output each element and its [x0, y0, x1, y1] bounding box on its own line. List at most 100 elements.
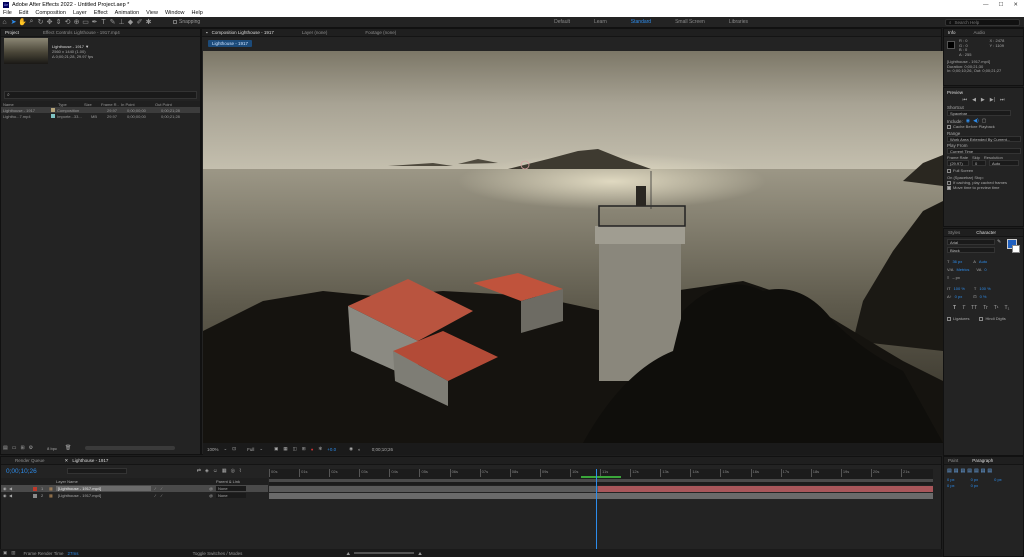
justify-last-right-icon[interactable]: ▤ [981, 468, 986, 474]
font-style-dropdown[interactable]: Black [947, 247, 995, 253]
graph-editor-icon[interactable]: ⌇ [239, 468, 241, 474]
tab-audio[interactable]: Audio [970, 29, 990, 37]
tab-layer[interactable]: Layer (none) [298, 29, 332, 37]
justify-all-icon[interactable]: ▤ [987, 468, 992, 474]
range-dropdown[interactable]: Work Area Extended By Current... [947, 136, 1021, 142]
layer-switches[interactable]: ⁄ ⁄ [151, 486, 209, 491]
menu-window[interactable]: Window [165, 10, 185, 16]
layer-2-duration-bar[interactable] [269, 493, 933, 499]
close-icon[interactable]: ✕ [65, 458, 69, 464]
snapshot-icon[interactable]: ◉ [349, 446, 353, 452]
bpc-label[interactable]: 8 bpc [47, 446, 57, 451]
kerning-value[interactable]: Metrics [956, 267, 969, 272]
align-right-icon[interactable]: ▤ [960, 468, 965, 474]
col-size[interactable]: Size [82, 102, 99, 107]
hand-tool-icon[interactable]: ✋ [18, 18, 27, 27]
exposure-icon[interactable]: ✻ [318, 446, 322, 452]
tab-styles[interactable]: Styles [944, 229, 964, 237]
zoom-dropdown[interactable]: 100% [207, 447, 219, 452]
hindi-digits-checkbox[interactable]: Hindi Digits [979, 316, 1006, 321]
layer-switches-icon[interactable]: ▥ [11, 550, 15, 556]
eraser-tool-icon[interactable]: ◆ [126, 18, 135, 27]
parent-dropdown[interactable]: None [216, 493, 246, 498]
vertical-scale-value[interactable]: 100 % [954, 286, 965, 291]
rectangle-tool-icon[interactable]: ▭ [81, 18, 90, 27]
cache-before-playback-checkbox[interactable]: Cache Before Playback [947, 124, 1020, 129]
render-icon[interactable]: ▣ [3, 550, 7, 556]
region-of-interest-icon[interactable]: ▣ [274, 446, 278, 452]
show-snapshot-icon[interactable]: ◐ [358, 447, 361, 452]
align-left-icon[interactable]: ▤ [947, 468, 952, 474]
col-parent-link[interactable]: Parent & Link [216, 479, 240, 484]
faux-bold-button[interactable]: T [953, 305, 956, 311]
faux-italic-button[interactable]: T [962, 305, 965, 311]
new-composition-icon[interactable]: ⊞ [20, 445, 24, 451]
fit-icon[interactable]: ⊡ [232, 446, 236, 452]
selection-tool-icon[interactable]: ➤ [9, 18, 18, 27]
stroke-color-swatch[interactable] [1012, 245, 1020, 253]
previous-frame-icon[interactable]: ◀ [972, 97, 976, 103]
space-before-value[interactable]: 0 px [947, 483, 955, 489]
layer-name[interactable]: [Lighthouse - 1917.mp4] [56, 486, 151, 491]
transparency-grid-icon[interactable]: ▦ [283, 446, 287, 452]
subscript-button[interactable]: T₁ [1005, 305, 1010, 311]
small-caps-button[interactable]: Tr [983, 305, 988, 311]
audio-icon[interactable]: ◀ [9, 493, 17, 498]
col-layer-name[interactable]: Layer Name [56, 479, 216, 484]
menu-animation[interactable]: Animation [115, 10, 139, 16]
roto-brush-tool-icon[interactable]: ✐ [135, 18, 144, 27]
current-time-display[interactable]: 0;00;10;26 [6, 468, 37, 475]
col-name[interactable]: Name [1, 102, 46, 107]
last-frame-icon[interactable]: ⏭ [1000, 97, 1005, 103]
playhead[interactable] [596, 469, 598, 549]
maximize-icon[interactable]: ☐ [998, 2, 1003, 8]
tracking-value[interactable]: 0 [984, 267, 986, 272]
parent-pickwhip-icon[interactable]: @ [209, 486, 216, 491]
tab-composition[interactable]: ▪ Composition Lighthouse - 1917 [202, 29, 278, 37]
type-tool-icon[interactable]: T [99, 18, 108, 27]
minimize-icon[interactable]: — [983, 2, 989, 8]
menu-help[interactable]: Help [192, 10, 203, 16]
zoom-out-icon[interactable]: ⛰ [346, 551, 350, 556]
timeline-zoom-slider[interactable] [354, 552, 415, 554]
tab-project[interactable]: Project [1, 29, 23, 37]
eyedropper-icon[interactable]: ✎ [997, 239, 1001, 245]
snapping-checkbox[interactable] [173, 20, 177, 24]
color-channel-icon[interactable]: ● [311, 447, 314, 452]
menu-file[interactable]: File [3, 10, 12, 16]
visibility-eye-icon[interactable]: ◉ [1, 486, 9, 491]
tab-timeline-comp[interactable]: ✕ Lighthouse - 1917 [61, 457, 113, 465]
puppet-pin-tool-icon[interactable]: ✱ [144, 18, 153, 27]
composition-frame[interactable] [203, 51, 943, 443]
zoom-in-icon[interactable]: ⛰ [418, 551, 422, 556]
tab-footage[interactable]: Footage (none) [361, 29, 400, 37]
timeline-search-field[interactable] [66, 468, 127, 474]
first-frame-icon[interactable]: ⏮ [963, 97, 968, 103]
col-type[interactable]: Type [46, 102, 82, 107]
work-area-range[interactable] [269, 479, 933, 482]
frame-blending-icon[interactable]: ▦ [222, 468, 227, 474]
rotate-tool-icon[interactable]: ⟲ [63, 18, 72, 27]
justify-last-left-icon[interactable]: ▤ [967, 468, 972, 474]
tab-character[interactable]: Character [972, 229, 1000, 237]
pan-behind-tool-icon[interactable]: ⊕ [72, 18, 81, 27]
superscript-button[interactable]: T¹ [994, 305, 999, 311]
col-frame-rate[interactable]: Frame R... [99, 102, 119, 107]
space-after-value[interactable]: 0 px [971, 483, 979, 489]
layer-switches[interactable]: ⁄ ⁄ [151, 493, 209, 498]
parent-pickwhip-icon[interactable]: @ [209, 493, 216, 498]
pen-tool-icon[interactable]: ✒ [90, 18, 99, 27]
dolly-tool-icon[interactable]: ⇕ [54, 18, 63, 27]
table-row[interactable]: ◉ ◀ 1 ▦ [Lighthouse - 1917.mp4] ⁄ ⁄ @ No… [1, 485, 268, 492]
align-center-icon[interactable]: ▤ [954, 468, 959, 474]
close-icon[interactable]: ✕ [1013, 2, 1018, 8]
stroke-width-value[interactable]: – px [952, 275, 960, 280]
guides-icon[interactable]: ⊞ [302, 446, 306, 452]
horizontal-scale-value[interactable]: 100 % [979, 286, 990, 291]
shortcut-dropdown[interactable]: Spacebar [947, 110, 1011, 116]
menu-effect[interactable]: Effect [94, 10, 108, 16]
frame-rate-dropdown[interactable]: (29.97) [947, 160, 969, 166]
interpret-footage-icon[interactable]: ▤ [3, 445, 8, 451]
leading-value[interactable]: Auto [979, 259, 987, 264]
visibility-eye-icon[interactable]: ◉ [1, 493, 9, 498]
